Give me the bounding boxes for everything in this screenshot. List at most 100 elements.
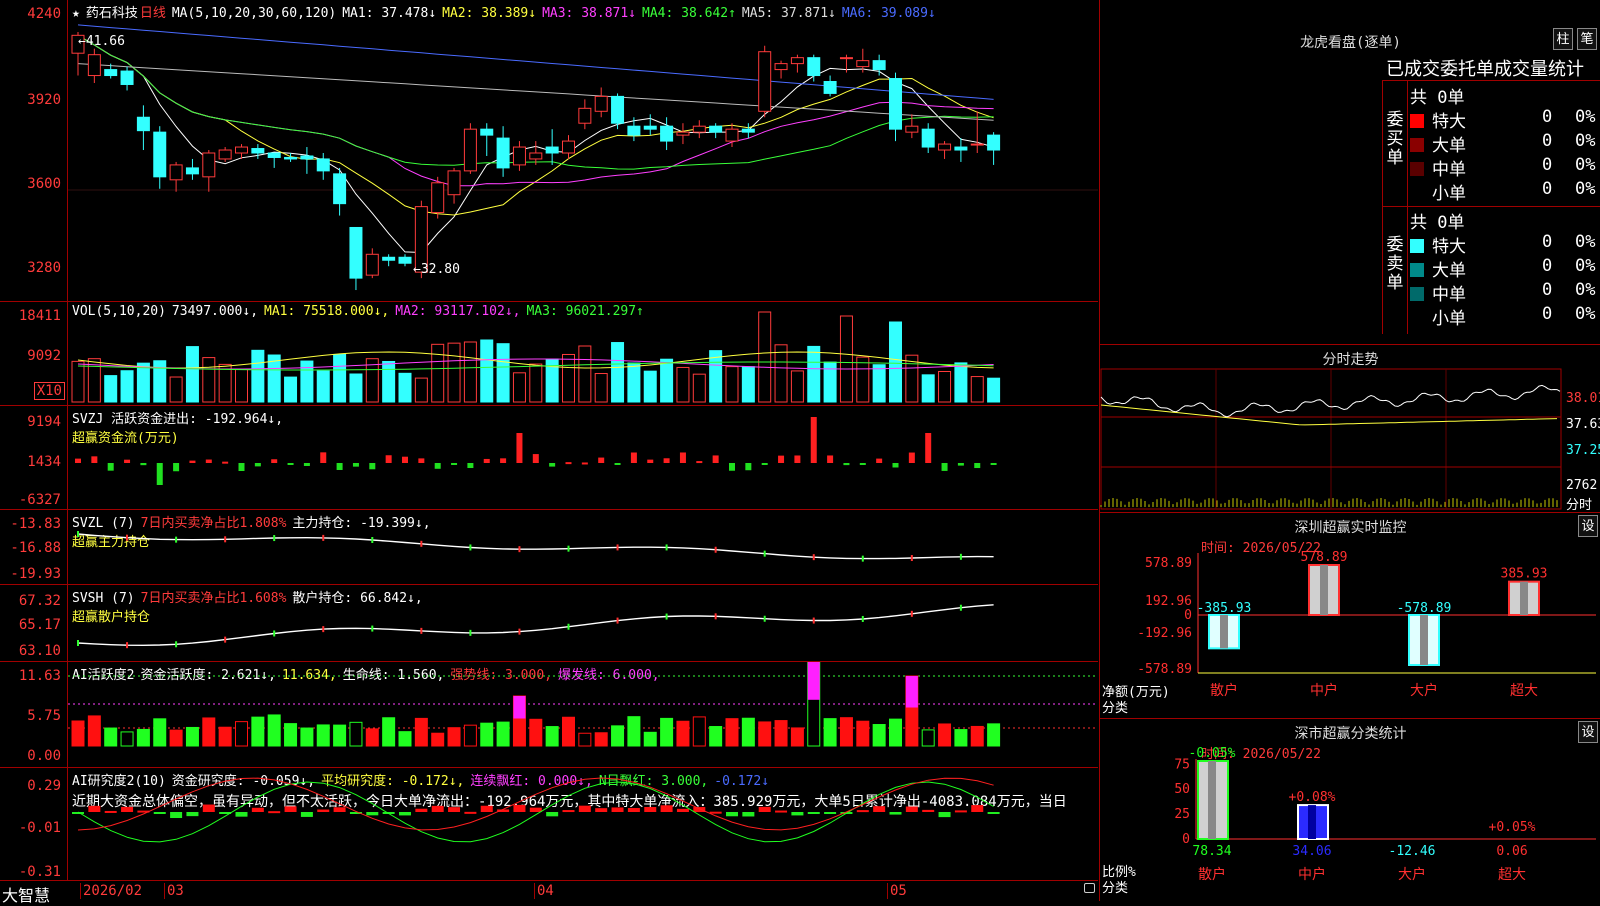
activity-bar xyxy=(300,727,314,747)
svzj-chart xyxy=(75,417,997,485)
date-label: 2026/02 xyxy=(80,883,142,899)
intraday-chart xyxy=(1100,368,1562,510)
activity-bar xyxy=(725,718,739,747)
ai-activity-chart xyxy=(68,662,1098,747)
research-bar xyxy=(300,812,313,817)
research-bar xyxy=(709,811,722,814)
svzl-line xyxy=(77,533,994,560)
flow-bar xyxy=(647,459,654,463)
candle-body xyxy=(987,134,1001,151)
volume-bar xyxy=(496,343,510,403)
classify-panel[interactable]: 深市超赢分类统计 设 时间: 2026/05/22 75 50 25 0 -0.05% 7… xyxy=(1099,718,1600,901)
candle-body xyxy=(431,182,445,214)
order-pct: 0% xyxy=(1575,131,1596,151)
tick-mode-button[interactable]: 笔 xyxy=(1577,28,1597,50)
flow-bar xyxy=(91,456,98,463)
research-bar xyxy=(529,807,542,812)
classify-value-label: -12.46 xyxy=(1389,844,1436,859)
research-bar xyxy=(922,809,935,812)
svzl-line-tick xyxy=(861,555,864,562)
research-bar xyxy=(611,807,624,812)
activity-bar xyxy=(120,731,134,747)
volume-bar xyxy=(954,362,968,403)
monitor-bar-shade xyxy=(1420,615,1428,665)
volume-bar xyxy=(970,376,984,403)
order-value: 0 xyxy=(1542,280,1553,300)
bar-mode-button[interactable]: 柱 xyxy=(1553,28,1573,50)
research-bar xyxy=(513,804,526,812)
flow-bar xyxy=(320,452,327,463)
candle-body xyxy=(316,158,330,172)
candle-body xyxy=(594,95,608,112)
flow-bar xyxy=(451,463,458,465)
volume-bar xyxy=(578,345,592,403)
candle-body xyxy=(660,125,674,142)
monitor-category: 大户 xyxy=(1410,682,1438,699)
svsh-line-tick xyxy=(126,642,129,649)
svzl-line-tick xyxy=(77,531,79,537)
svzl-line-tick xyxy=(665,544,668,551)
svsh-line-tick xyxy=(224,636,227,643)
activity-bar xyxy=(529,718,543,747)
candle-body xyxy=(709,125,723,133)
classify-value-label: 78.34 xyxy=(1192,844,1231,859)
svzj-pane[interactable]: 9194 1434 -6327 SVZJ 活跃资金进出: -192.964↓, … xyxy=(0,405,1098,510)
color-swatch xyxy=(1410,186,1424,200)
order-pct: 0% xyxy=(1575,280,1596,300)
classify-category: 中户 xyxy=(1298,866,1326,883)
research-bar xyxy=(170,812,183,819)
flow-bar xyxy=(532,454,539,463)
research-bar xyxy=(88,805,101,812)
research-bar xyxy=(726,812,738,817)
flow-bar xyxy=(238,463,245,472)
order-label: 中单 xyxy=(1432,160,1466,180)
volume-bar xyxy=(71,360,85,403)
candle-body xyxy=(758,51,772,112)
volume-bar xyxy=(185,346,199,403)
research-bar xyxy=(578,805,591,812)
date-label: 05 xyxy=(887,883,907,899)
volume-pane[interactable]: 18411 9092 X10 VOL(5,10,20) 73497.000↓, MA… xyxy=(0,301,1098,406)
flow-bar xyxy=(745,463,752,471)
activity-bar xyxy=(87,715,101,747)
research-bar xyxy=(104,810,117,813)
color-swatch xyxy=(1410,114,1424,128)
volume-bar xyxy=(725,366,739,403)
color-swatch xyxy=(1410,162,1424,176)
price-pane[interactable]: 4240 3920 3600 3280 ★ 药石科技 日线 MA(5,10,20,30… xyxy=(0,0,1098,301)
activity-bar xyxy=(970,725,984,747)
candle-body xyxy=(185,167,199,175)
flow-bar xyxy=(761,463,768,465)
svzl-line-tick xyxy=(910,555,913,562)
order-pct: 0% xyxy=(1575,304,1596,324)
svzl-line-tick xyxy=(567,545,570,552)
flow-bar xyxy=(140,463,147,466)
activity-bar xyxy=(611,725,625,747)
classify-axis-label: 50 xyxy=(1174,782,1190,797)
flow-bar xyxy=(876,458,883,463)
activity-bar xyxy=(398,731,412,747)
candle-body xyxy=(136,116,150,132)
activity-bar xyxy=(594,732,608,747)
flow-bar xyxy=(581,462,588,465)
candle-body xyxy=(267,152,281,158)
ai-research-pane[interactable]: 0.29 -0.01 -0.31 AI研究度2(10) 资金研究度: -0.059… xyxy=(0,767,1098,881)
svsh-pane[interactable]: 67.32 65.17 63.10 SVSH (7) 7日内买卖净占比1.608%… xyxy=(0,584,1098,662)
volume-bar xyxy=(414,377,428,403)
flow-bar xyxy=(712,455,719,463)
flow-bar xyxy=(156,463,163,485)
candle-body xyxy=(251,148,265,154)
flow-bar xyxy=(696,461,703,464)
svzl-line-tick xyxy=(763,550,766,557)
activity-bar xyxy=(251,716,265,747)
lock-icon[interactable] xyxy=(1084,883,1095,893)
ai-activity-pane[interactable]: 11.63 5.75 0.00 AI活跃度2 资金活跃度: 2.621↓, 11.6… xyxy=(0,661,1098,768)
intraday-panel[interactable]: 分时走势 38.01 37.63 37.25 2762 分时 xyxy=(1099,344,1600,513)
order-row: 中单 0 0% xyxy=(1410,280,1595,305)
monitor-panel[interactable]: 深圳超赢实时监控 设 时间: 2026/05/22 578.89 192.96 0-… xyxy=(1099,512,1600,719)
order-value: 0 xyxy=(1542,256,1553,276)
svsh-line-tick xyxy=(175,641,178,648)
svzl-pane[interactable]: -13.83 -16.88 -19.93 SVZL (7) 7日内买卖净占比1.8… xyxy=(0,509,1098,585)
brand-label: 大智慧 xyxy=(2,886,51,905)
candle-body xyxy=(529,152,543,160)
